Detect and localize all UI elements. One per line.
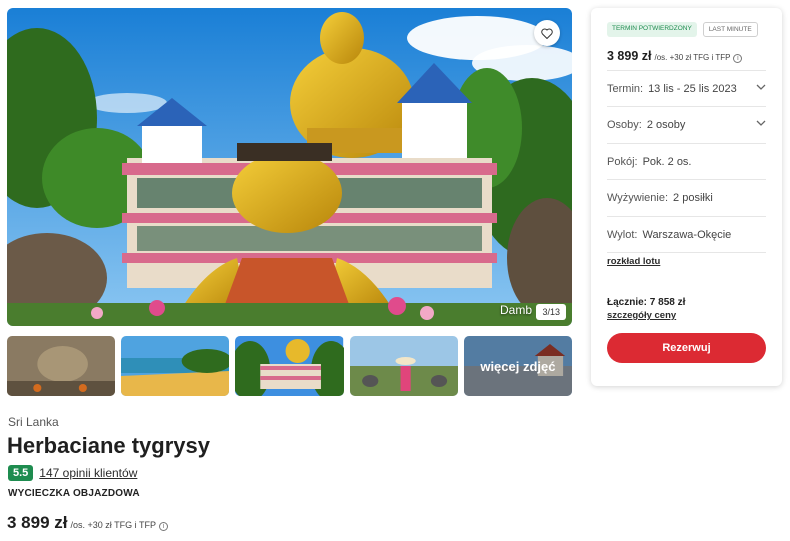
divider: [607, 252, 766, 253]
room-value: Pok. 2 os.: [642, 155, 692, 168]
departure-value: Warszawa-Okęcie: [642, 228, 732, 241]
flight-schedule-link[interactable]: rozkład lotu: [607, 256, 660, 267]
card-price: 3 899 zł /os. +30 zł TFG i TFP i: [607, 49, 743, 63]
reserve-button[interactable]: Rezerwuj: [607, 333, 766, 363]
more-photos-label: więcej zdjęć: [463, 336, 573, 396]
rating-badge: 5.5: [8, 465, 34, 481]
card-price-suffix: /os. +30 zł TFG i TFP: [654, 53, 731, 62]
thumbnail-1[interactable]: [7, 336, 116, 396]
card-price-amount: 3 899 zł: [607, 49, 652, 63]
board-label: Wyżywienie:: [607, 191, 669, 204]
price-details-link[interactable]: szczegóły ceny: [607, 310, 676, 321]
badge-row: TERMIN POTWIERDZONY LAST MINUTE: [607, 22, 758, 37]
departure-row: Wylot: Warszawa-Okęcie: [607, 216, 766, 252]
heart-icon: [541, 28, 553, 39]
term-value: 13 lis - 25 lis 2023: [648, 82, 737, 95]
more-photos-thumbnail[interactable]: więcej zdjęć: [463, 336, 573, 396]
thumbnail-3[interactable]: [235, 336, 344, 396]
term-select[interactable]: Termin: 13 lis - 25 lis 2023: [607, 70, 766, 106]
chevron-down-icon: [756, 84, 766, 90]
beach-photo: [121, 336, 230, 396]
rating-row: 5.5 147 opinii klientów: [8, 465, 137, 481]
booking-card: TERMIN POTWIERDZONY LAST MINUTE 3 899 zł…: [591, 8, 782, 386]
confirmed-badge: TERMIN POTWIERDZONY: [607, 22, 697, 37]
temple-photo: [7, 8, 572, 326]
persons-select[interactable]: Osoby: 2 osoby: [607, 106, 766, 142]
thumbnail-4[interactable]: [349, 336, 458, 396]
price-suffix: /os. +30 zł TFG i TFP: [70, 520, 156, 530]
room-row: Pokój: Pok. 2 os.: [607, 143, 766, 179]
room-label: Pokój:: [607, 155, 638, 168]
term-label: Termin:: [607, 82, 644, 95]
persons-label: Osoby:: [607, 118, 642, 131]
info-icon[interactable]: i: [733, 54, 743, 63]
thumbnail-strip: więcej zdjęć: [7, 336, 573, 396]
total-price: Łącznie: 7 858 zł: [607, 297, 686, 308]
trip-type-label: WYCIECZKA OBJAZDOWA: [8, 488, 140, 499]
board-row: Wyżywienie: 2 posiłki: [607, 179, 766, 215]
reviews-link[interactable]: 147 opinii klientów: [39, 466, 137, 480]
country-label: Sri Lanka: [8, 415, 59, 429]
temple-thumb-photo: [235, 336, 344, 396]
persons-value: 2 osoby: [646, 118, 686, 131]
board-value: 2 posiłki: [673, 191, 713, 204]
main-gallery-image[interactable]: Damb 3/13: [7, 8, 572, 326]
departure-label: Wylot:: [607, 228, 638, 241]
favorite-button[interactable]: [534, 20, 560, 46]
last-minute-badge: LAST MINUTE: [702, 22, 758, 37]
page-title: Herbaciane tygrysy: [7, 433, 210, 458]
info-icon[interactable]: i: [158, 522, 168, 531]
elephants-photo: [349, 336, 458, 396]
chevron-down-icon: [756, 120, 766, 126]
price-amount: 3 899 zł: [7, 513, 68, 532]
photo-caption: Damb: [499, 303, 532, 317]
stone-buddha-photo: [7, 336, 116, 396]
offer-price: 3 899 zł /os. +30 zł TFG i TFP i: [7, 513, 168, 533]
thumbnail-2[interactable]: [121, 336, 230, 396]
photo-counter: 3/13: [536, 304, 566, 320]
